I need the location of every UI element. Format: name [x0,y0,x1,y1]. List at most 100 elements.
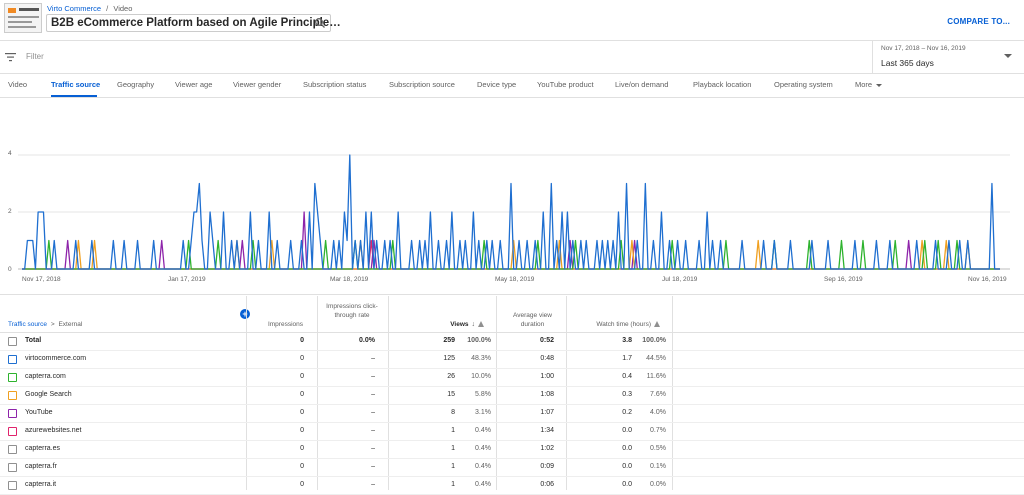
tab-traffic-source[interactable]: Traffic source [51,80,100,89]
views-value: 1 [451,445,455,452]
views-percent: 10.0% [471,373,491,380]
impressions-value: 0 [300,337,304,344]
add-column-button[interactable]: + [240,309,250,319]
warning-icon [654,321,660,327]
table-row[interactable]: capterra.fr 0 – 1 0.4% 0:09 0.0 0.1% [0,459,1024,477]
x-tick-label: May 18, 2019 [495,276,535,283]
impressions-value: 0 [300,409,304,416]
source-name[interactable]: YouTube [25,409,53,416]
active-tab-indicator [51,95,97,97]
watch-time-value: 1.7 [622,355,632,362]
tab-device-type[interactable]: Device type [477,80,516,89]
top-bar: Virto Commerce / Video B2B eCommerce Pla… [0,0,1024,41]
row-checkbox[interactable] [8,409,17,418]
row-checkbox[interactable] [8,391,17,400]
row-checkbox[interactable] [8,463,17,472]
ctr-value: – [371,445,375,452]
watch-time-value: 0.0 [622,481,632,488]
traffic-source-link[interactable]: Traffic source [8,321,47,328]
tab-viewer-age[interactable]: Viewer age [175,80,212,89]
column-header-views[interactable]: Views ↓ [420,320,484,329]
impressions-value: 0 [300,463,304,470]
watch-time-percent: 0.0% [650,481,666,488]
views-percent: 0.4% [475,481,491,488]
source-name[interactable]: capterra.it [25,481,56,488]
watch-time-percent: 44.5% [646,355,666,362]
filter-icon[interactable] [5,52,16,62]
table-row[interactable]: YouTube 0 – 8 3.1% 1:07 0.2 4.0% [0,405,1024,423]
breadcrumb-page: Video [113,4,133,13]
video-selector[interactable]: B2B eCommerce Platform based on Agile Pr… [46,14,341,32]
table-row[interactable]: Google Search 0 – 15 5.8% 1:08 0.3 7.6% [0,387,1024,405]
source-name[interactable]: capterra.com [25,373,66,380]
ctr-value: 0.0% [359,337,375,344]
breadcrumb: Traffic source > External [8,320,82,329]
column-header-impressions[interactable]: Impressions [260,320,303,329]
row-checkbox[interactable] [8,445,17,454]
row-checkbox[interactable] [8,427,17,436]
traffic-source-table: Traffic source > External + Impressions … [0,296,1024,495]
table-row[interactable]: capterra.es 0 – 1 0.4% 1:02 0.0 0.5% [0,441,1024,459]
search-icon[interactable] [314,17,326,29]
avg-view-duration-value: 0:09 [540,463,554,470]
row-checkbox[interactable] [8,373,17,382]
caret-down-icon [876,83,883,87]
x-tick-label: Jul 18, 2019 [662,276,698,283]
ctr-value: – [371,391,375,398]
tab-geography[interactable]: Geography [117,80,154,89]
row-checkbox[interactable] [8,337,17,346]
tab-video[interactable]: Video [8,80,27,89]
table-row[interactable]: azurewebsites.net 0 – 1 0.4% 1:34 0.0 0.7% [0,423,1024,441]
tab-live-on-demand[interactable]: Live/on demand [615,80,668,89]
column-header-watch-time[interactable]: Watch time (hours) [578,320,660,329]
watch-time-percent: 11.6% [646,373,666,380]
column-header-ctr[interactable]: Impressions click-through rate [322,302,382,320]
views-percent: 48.3% [471,355,491,362]
x-tick-label: Mar 18, 2019 [330,276,369,283]
filter-input[interactable]: Filter [26,52,44,61]
impressions-value: 0 [300,355,304,362]
watch-time-value: 0.4 [622,373,632,380]
column-header-avg-view-duration[interactable]: Average view duration [505,311,560,329]
tab-operating-system[interactable]: Operating system [774,80,833,89]
watch-time-value: 0.0 [622,463,632,470]
table-row[interactable]: Total 0 0.0% 259 100.0% 0:52 3.8 100.0% [0,333,1024,351]
tab-youtube-product[interactable]: YouTube product [537,80,594,89]
breadcrumb-separator: / [106,4,109,13]
source-name[interactable]: capterra.es [25,445,60,452]
source-name[interactable]: capterra.fr [25,463,57,470]
x-tick-label: Nov 16, 2019 [968,276,1007,283]
watch-time-percent: 0.1% [650,463,666,470]
tab-more[interactable]: More [855,80,883,89]
source-name[interactable]: virtocommerce.com [25,355,86,362]
views-value: 1 [451,463,455,470]
line-chart [18,154,1010,270]
breadcrumb-channel[interactable]: Virto Commerce [47,4,101,13]
views-percent: 0.4% [475,427,491,434]
compare-to-button[interactable]: COMPARE TO... [947,17,1010,26]
tab-viewer-gender[interactable]: Viewer gender [233,80,281,89]
row-checkbox[interactable] [8,355,17,364]
watch-time-value: 0.0 [622,427,632,434]
tab-subscription-status[interactable]: Subscription status [303,80,366,89]
ctr-value: – [371,427,375,434]
tab-playback-location[interactable]: Playback location [693,80,751,89]
source-name[interactable]: azurewebsites.net [25,427,81,434]
source-name[interactable]: Google Search [25,391,72,398]
views-value: 15 [447,391,455,398]
watch-time-percent: 4.0% [650,409,666,416]
watch-time-value: 3.8 [622,337,632,344]
date-period: Last 365 days [881,58,934,68]
row-checkbox[interactable] [8,481,17,490]
table-row[interactable]: capterra.com 0 – 26 10.0% 1:00 0.4 11.6% [0,369,1024,387]
table-row[interactable]: capterra.it 0 – 1 0.4% 0:06 0.0 0.0% [0,477,1024,495]
views-value: 1 [451,481,455,488]
avg-view-duration-value: 1:02 [540,445,554,452]
table-row[interactable]: virtocommerce.com 0 – 125 48.3% 0:48 1.7 44.5% [0,351,1024,369]
video-thumbnail[interactable] [4,3,42,33]
breadcrumb: Virto Commerce / Video [47,4,132,13]
avg-view-duration-value: 1:07 [540,409,554,416]
tab-subscription-source[interactable]: Subscription source [389,80,455,89]
views-percent: 100.0% [467,337,491,344]
date-range-picker[interactable]: Nov 17, 2018 – Nov 16, 2019 Last 365 day… [872,41,1024,74]
